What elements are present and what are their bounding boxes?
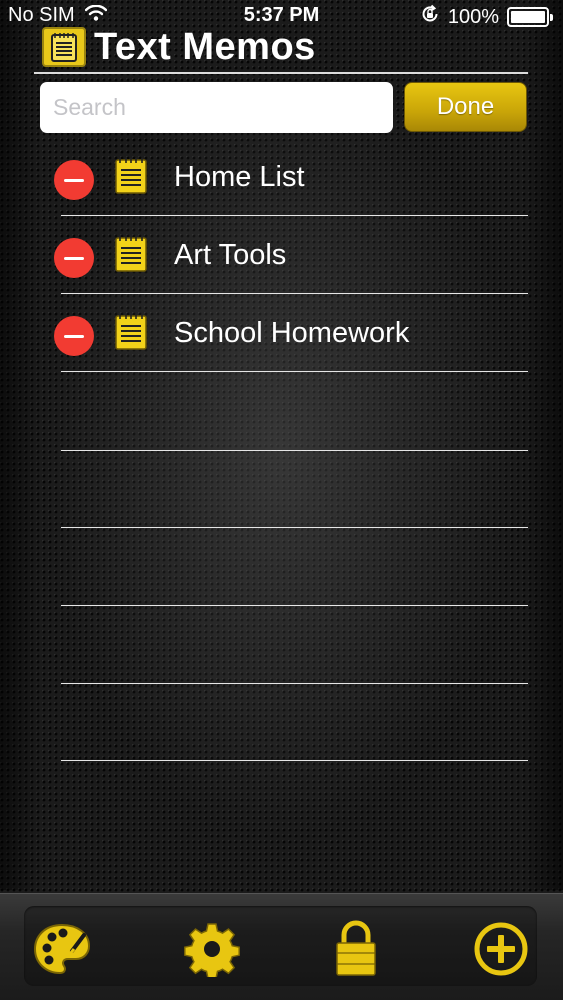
delete-button[interactable]: [54, 160, 94, 200]
row-divider: [61, 371, 528, 372]
search-input[interactable]: [40, 82, 393, 133]
page-title: Text Memos: [94, 25, 316, 68]
bottom-toolbar: [0, 893, 563, 1000]
delete-button[interactable]: [54, 238, 94, 278]
battery-icon: [507, 7, 553, 27]
empty-row-divider: [61, 683, 528, 684]
header-divider: [34, 72, 528, 74]
row-divider: [61, 293, 528, 294]
empty-row-divider: [61, 450, 528, 451]
settings-button[interactable]: [181, 918, 243, 980]
memo-title: Home List: [174, 161, 305, 193]
notepad-icon: [42, 27, 86, 67]
header: Text Memos: [42, 26, 316, 68]
right-vignette: [523, 0, 563, 890]
minus-icon: [64, 256, 84, 260]
add-memo-button[interactable]: [470, 918, 532, 980]
add-icon: [474, 922, 528, 976]
status-right: 100%: [420, 4, 553, 30]
memo-title: School Homework: [174, 317, 410, 349]
memo-title: Art Tools: [174, 239, 287, 271]
notepad-icon: [115, 314, 147, 350]
minus-icon: [64, 178, 84, 182]
toolbar-panel: [24, 906, 537, 986]
palette-button[interactable]: [31, 918, 93, 980]
palette-icon: [33, 923, 91, 975]
row-divider: [61, 215, 528, 216]
notepad-icon: [115, 158, 147, 194]
list-item[interactable]: Home List: [0, 140, 563, 216]
done-button[interactable]: Done: [404, 82, 527, 132]
lock-button[interactable]: [325, 918, 387, 980]
list-item[interactable]: Art Tools: [0, 218, 563, 294]
gear-icon: [184, 923, 240, 977]
empty-row-divider: [61, 527, 528, 528]
list-item[interactable]: School Homework: [0, 296, 563, 372]
battery-percent: 100%: [447, 5, 499, 28]
notepad-icon: [115, 236, 147, 272]
minus-icon: [64, 334, 84, 338]
left-vignette: [0, 0, 40, 890]
empty-row-divider: [61, 760, 528, 761]
orientation-lock-icon: [420, 4, 440, 30]
delete-button[interactable]: [54, 316, 94, 356]
lock-icon: [336, 920, 376, 976]
app-screen: No SIM 5:37 PM 100% Text Memos Search Do…: [0, 0, 563, 1000]
empty-row-divider: [61, 605, 528, 606]
